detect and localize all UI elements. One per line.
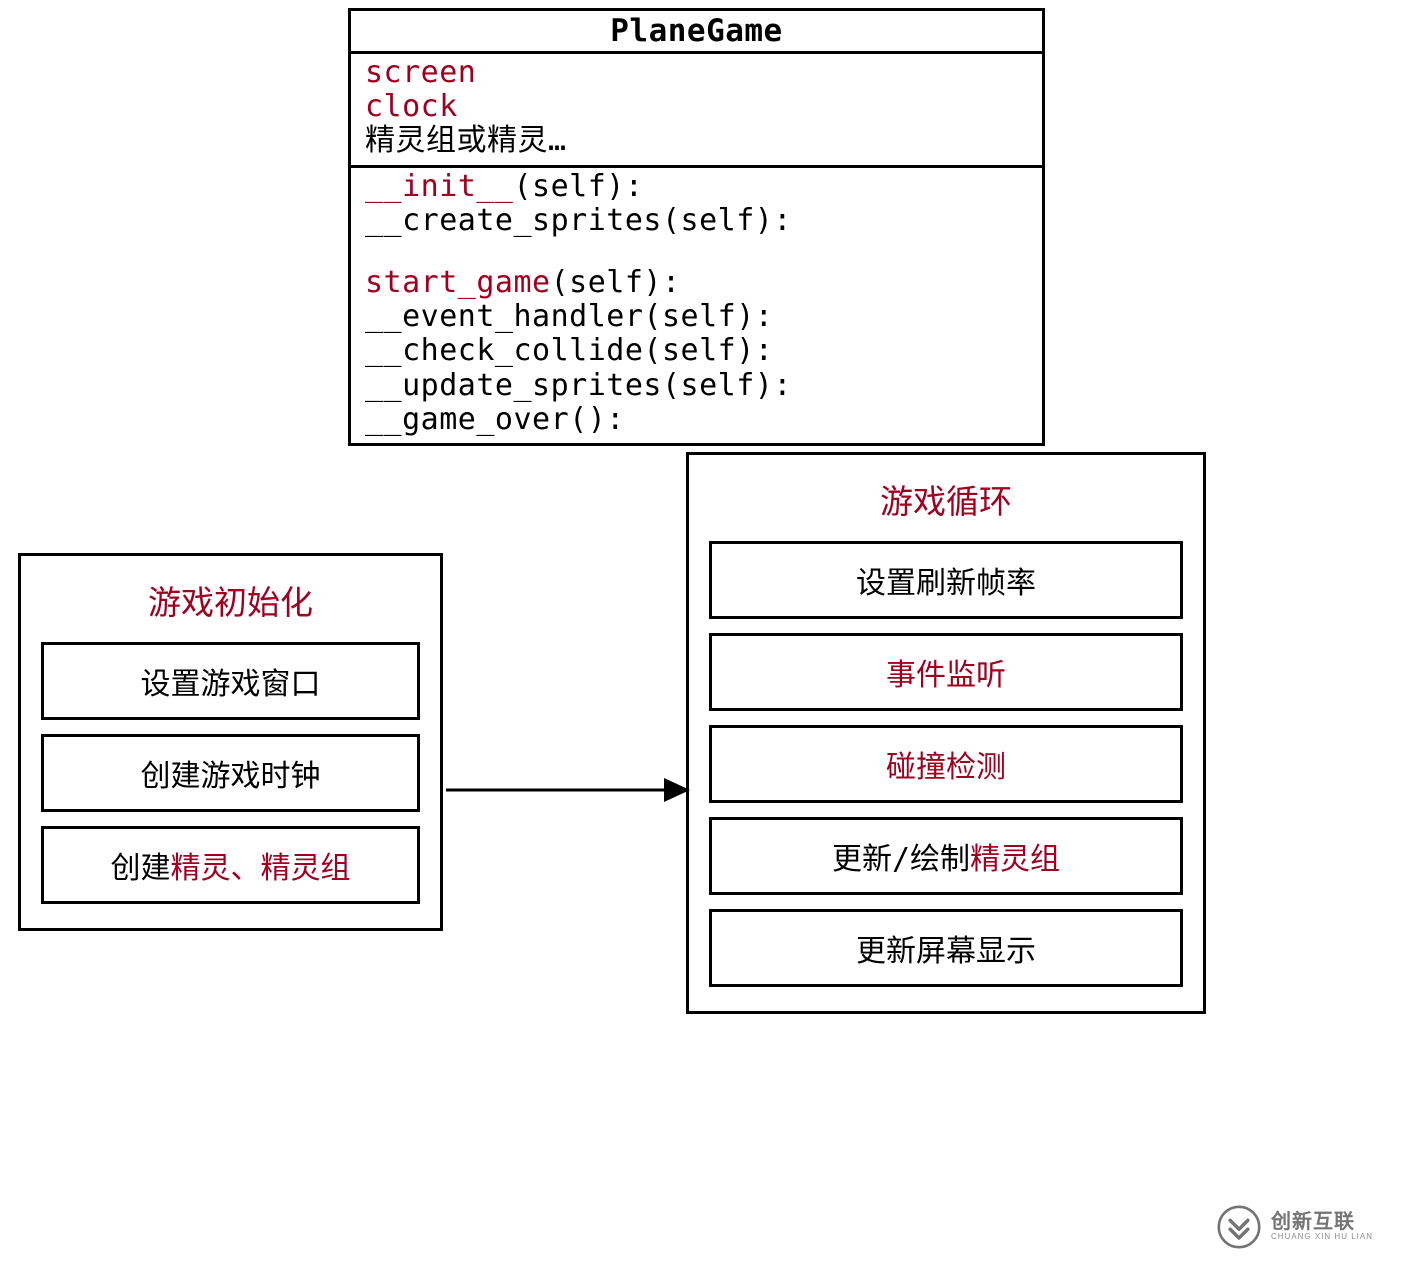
- init-title: 游戏初始化: [41, 576, 420, 624]
- game-init-box: 游戏初始化 设置游戏窗口 创建游戏时钟 创建精灵、精灵组: [18, 553, 443, 931]
- meth-event-handler: __event_handler(self):: [365, 300, 1030, 334]
- uml-class-box: PlaneGame screen clock 精灵组或精灵… __init__(…: [348, 8, 1045, 446]
- attr-clock: clock: [365, 89, 458, 124]
- init-step-clock: 创建游戏时钟: [41, 734, 420, 812]
- class-title: PlaneGame: [351, 11, 1042, 54]
- watermark: 创新互联 CHUANG XIN HU LIAN: [1217, 1205, 1373, 1249]
- loop-step-draw: 更新/绘制精灵组: [709, 817, 1183, 895]
- watermark-logo-icon: [1217, 1205, 1261, 1249]
- meth-init: __init__: [365, 169, 514, 204]
- init-step-sprites: 创建精灵、精灵组: [41, 826, 420, 904]
- class-methods: __init__(self): __create_sprites(self): …: [351, 165, 1042, 443]
- watermark-sub: CHUANG XIN HU LIAN: [1271, 1233, 1373, 1241]
- loop-step-collide: 碰撞检测: [709, 725, 1183, 803]
- loop-step-fps: 设置刷新帧率: [709, 541, 1183, 619]
- meth-start-game-sig: (self):: [551, 265, 681, 300]
- attr-sprites: 精灵组或精灵…: [365, 124, 1030, 158]
- meth-start-game: start_game: [365, 265, 551, 300]
- meth-init-sig: (self):: [514, 169, 644, 204]
- attr-screen: screen: [365, 55, 476, 90]
- blank-line: [365, 238, 1030, 266]
- class-attributes: screen clock 精灵组或精灵…: [351, 54, 1042, 165]
- init-step-window: 设置游戏窗口: [41, 642, 420, 720]
- loop-title: 游戏循环: [709, 475, 1183, 523]
- loop-step-display: 更新屏幕显示: [709, 909, 1183, 987]
- meth-game-over: __game_over():: [365, 403, 1030, 437]
- meth-create-sprites: __create_sprites(self):: [365, 204, 1030, 238]
- watermark-main: 创新互联: [1271, 1212, 1373, 1233]
- game-loop-box: 游戏循环 设置刷新帧率 事件监听 碰撞检测 更新/绘制精灵组 更新屏幕显示: [686, 452, 1206, 1014]
- meth-check-collide: __check_collide(self):: [365, 334, 1030, 368]
- loop-step-draw-b: 精灵组: [970, 842, 1060, 877]
- loop-step-draw-a: 更新/绘制: [832, 842, 970, 877]
- watermark-text: 创新互联 CHUANG XIN HU LIAN: [1271, 1212, 1373, 1241]
- loop-step-events: 事件监听: [709, 633, 1183, 711]
- meth-update-sprites: __update_sprites(self):: [365, 369, 1030, 403]
- arrow-init-to-loop: [446, 770, 690, 810]
- init-step-sprites-b: 精灵、精灵组: [171, 851, 351, 886]
- init-step-sprites-a: 创建: [111, 851, 171, 886]
